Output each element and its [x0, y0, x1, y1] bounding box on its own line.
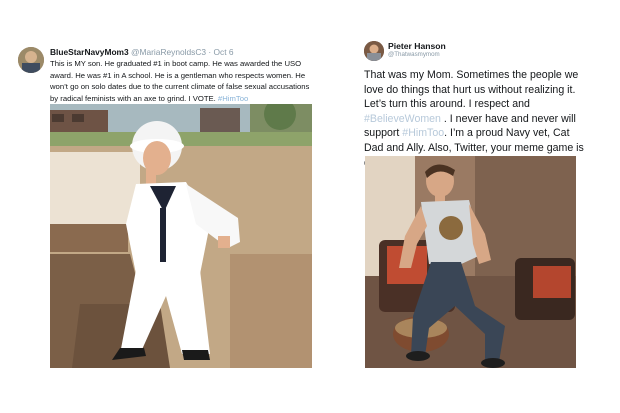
man-posing-photo	[365, 156, 576, 368]
tweet-text: This is MY son. He graduated #1 in boot …	[50, 58, 318, 104]
sailor-photo	[50, 104, 312, 368]
hashtag-himtoo[interactable]: #HimToo	[402, 127, 444, 139]
tweet-text-main: This is MY son. He graduated #1 in boot …	[50, 59, 310, 103]
tweet-bluestar: BlueStarNavyMom3 @MariaReynoldsC3 · Oct …	[14, 40, 314, 370]
hashtag-believewomen[interactable]: #BelieveWomen	[364, 113, 441, 125]
tweet-pieter: Pieter Hanson @Thatwasmymom That was my …	[358, 38, 590, 370]
tweet-date[interactable]: Oct 6	[214, 47, 234, 57]
author-handle[interactable]: @Thatwasmymom	[388, 51, 440, 58]
avatar[interactable]	[18, 47, 44, 73]
tweet-photo[interactable]	[365, 156, 576, 368]
hashtag-himtoo[interactable]: #HimToo	[218, 94, 248, 103]
author-name[interactable]: Pieter Hanson	[388, 41, 446, 51]
author-handle[interactable]: @MariaReynoldsC3	[131, 47, 206, 57]
avatar[interactable]	[364, 41, 384, 61]
tweet-text: That was my Mom. Sometimes the people we…	[364, 68, 590, 170]
tweet-photo[interactable]	[50, 104, 312, 368]
tweet-text-part1: That was my Mom. Sometimes the people we…	[364, 69, 579, 111]
author-name[interactable]: BlueStarNavyMom3	[50, 47, 129, 57]
separator: ·	[208, 47, 212, 57]
tweet-header: BlueStarNavyMom3 @MariaReynoldsC3 · Oct …	[50, 47, 234, 57]
